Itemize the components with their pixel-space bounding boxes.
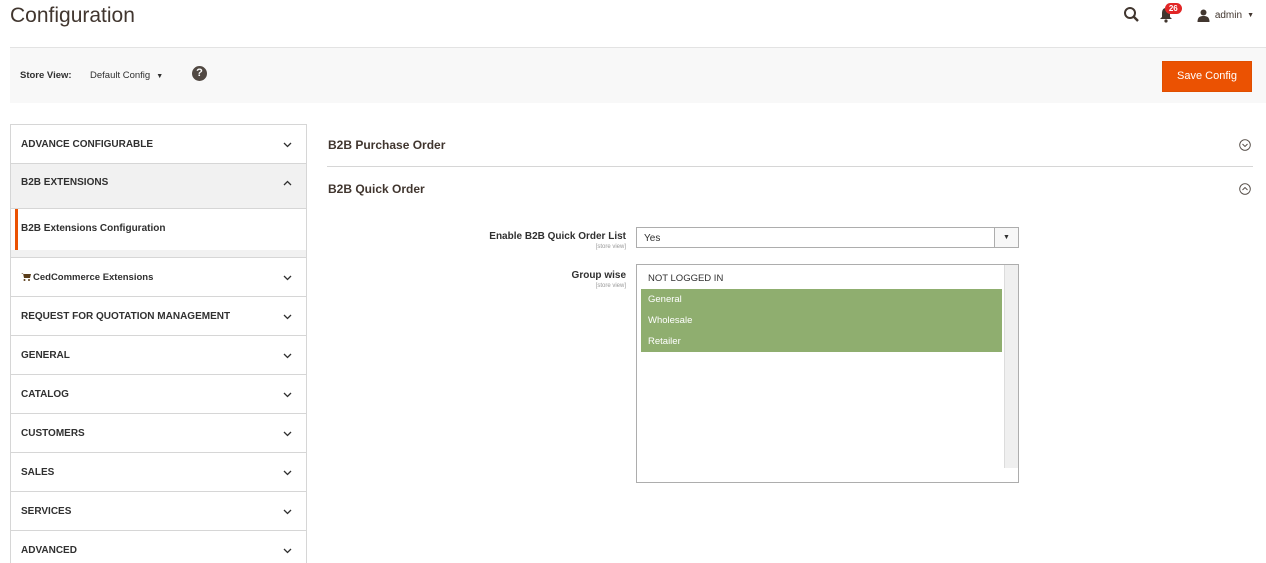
sidebar-item-label: SALES <box>21 467 55 478</box>
chevron-down-icon: ▼ <box>994 228 1018 247</box>
chevron-down-icon: ▼ <box>156 73 164 80</box>
sidebar-item-customers[interactable]: CUSTOMERS <box>10 414 307 453</box>
search-icon[interactable] <box>1123 6 1141 24</box>
group-wise-label: Group wise [store view] <box>460 270 626 289</box>
sidebar-item-label: CedCommerce Extensions <box>33 272 154 283</box>
sidebar-item-label: SERVICES <box>21 506 72 517</box>
chevron-down-icon <box>283 353 292 359</box>
chevron-down-icon <box>283 470 292 476</box>
sidebar-item-label: ADVANCED <box>21 545 77 556</box>
chevron-down-icon <box>283 275 292 281</box>
cart-logo-icon <box>21 273 31 281</box>
section-title: B2B Purchase Order <box>328 138 446 152</box>
enable-quick-order-label: Enable B2B Quick Order List [store view] <box>460 231 626 250</box>
user-name: admin <box>1214 9 1243 21</box>
section-b2b-quick-order[interactable]: B2B Quick Order <box>327 167 1253 211</box>
field-label: Group wise <box>571 270 626 281</box>
page-title: Configuration <box>10 4 135 27</box>
store-view-label: Store View: <box>20 70 72 81</box>
sidebar-item-label: B2B EXTENSIONS <box>21 177 109 188</box>
option-wholesale[interactable]: Wholesale <box>641 310 1002 331</box>
chevron-down-icon <box>283 509 292 515</box>
chevron-down-icon: ▼ <box>1247 11 1254 19</box>
enable-quick-order-select[interactable]: Yes ▼ <box>636 227 1019 248</box>
sidebar-item-rfq-management[interactable]: REQUEST FOR QUOTATION MANAGEMENT <box>10 297 307 336</box>
chevron-down-icon <box>283 548 292 554</box>
chevron-down-icon <box>283 142 292 148</box>
store-view-switcher[interactable]: Default Config ▼ <box>90 70 163 81</box>
sidebar-item-label: GENERAL <box>21 350 70 361</box>
sidebar-item-label: CUSTOMERS <box>21 428 85 439</box>
help-icon[interactable]: ? <box>192 66 207 81</box>
sidebar-item-label: CATALOG <box>21 389 69 400</box>
sidebar-item-sales[interactable]: SALES <box>10 453 307 492</box>
sidebar-divider <box>10 250 307 258</box>
chevron-down-icon <box>283 431 292 437</box>
sidebar-item-b2b-extensions[interactable]: B2B EXTENSIONS <box>10 164 307 209</box>
store-view-bar: Store View: Default Config ▼ ? Save Confi… <box>10 47 1266 103</box>
sidebar-item-label: ADVANCE CONFIGURABLE <box>21 139 154 150</box>
save-config-button[interactable]: Save Config <box>1162 61 1252 92</box>
scope-label: [store view] <box>595 283 626 289</box>
chevron-up-icon <box>283 180 292 186</box>
section-b2b-purchase-order[interactable]: B2B Purchase Order <box>327 123 1253 167</box>
notification-count-badge: 26 <box>1164 3 1182 14</box>
chevron-down-icon <box>283 314 292 320</box>
sidebar-subitem-label: B2B Extensions Configuration <box>21 223 166 234</box>
expand-circle-icon <box>1239 139 1251 151</box>
config-sidebar: ADVANCE CONFIGURABLE B2B EXTENSIONS B2B … <box>10 124 307 563</box>
select-value: Yes <box>644 233 661 244</box>
option-retailer[interactable]: Retailer <box>641 331 1002 352</box>
option-general[interactable]: General <box>641 289 1002 310</box>
sidebar-item-general[interactable]: GENERAL <box>10 336 307 375</box>
user-icon <box>1197 9 1210 22</box>
user-menu[interactable]: admin ▼ <box>1197 9 1254 22</box>
field-label: Enable B2B Quick Order List <box>489 231 626 242</box>
group-wise-multiselect[interactable]: NOT LOGGED IN General Wholesale Retailer <box>636 264 1019 483</box>
collapse-circle-icon <box>1239 183 1251 195</box>
header-actions: 26 admin ▼ <box>1123 3 1254 24</box>
scope-label: [store view] <box>595 244 626 250</box>
chevron-down-icon <box>283 392 292 398</box>
sidebar-item-advance-configurable[interactable]: ADVANCE CONFIGURABLE <box>10 125 307 164</box>
sidebar-subitem-b2b-extensions-configuration[interactable]: B2B Extensions Configuration <box>10 209 307 250</box>
scrollbar[interactable] <box>1004 265 1018 468</box>
sidebar-item-cedcommerce-extensions[interactable]: CedCommerce Extensions <box>10 258 307 297</box>
sidebar-item-catalog[interactable]: CATALOG <box>10 375 307 414</box>
notifications-bell-icon[interactable]: 26 <box>1159 3 1182 23</box>
option-not-logged-in[interactable]: NOT LOGGED IN <box>641 268 1002 289</box>
sidebar-item-services[interactable]: SERVICES <box>10 492 307 531</box>
sidebar-item-advanced[interactable]: ADVANCED <box>10 531 307 563</box>
section-title: B2B Quick Order <box>328 182 425 196</box>
sidebar-item-label: REQUEST FOR QUOTATION MANAGEMENT <box>21 311 231 322</box>
store-view-value: Default Config <box>90 70 151 81</box>
